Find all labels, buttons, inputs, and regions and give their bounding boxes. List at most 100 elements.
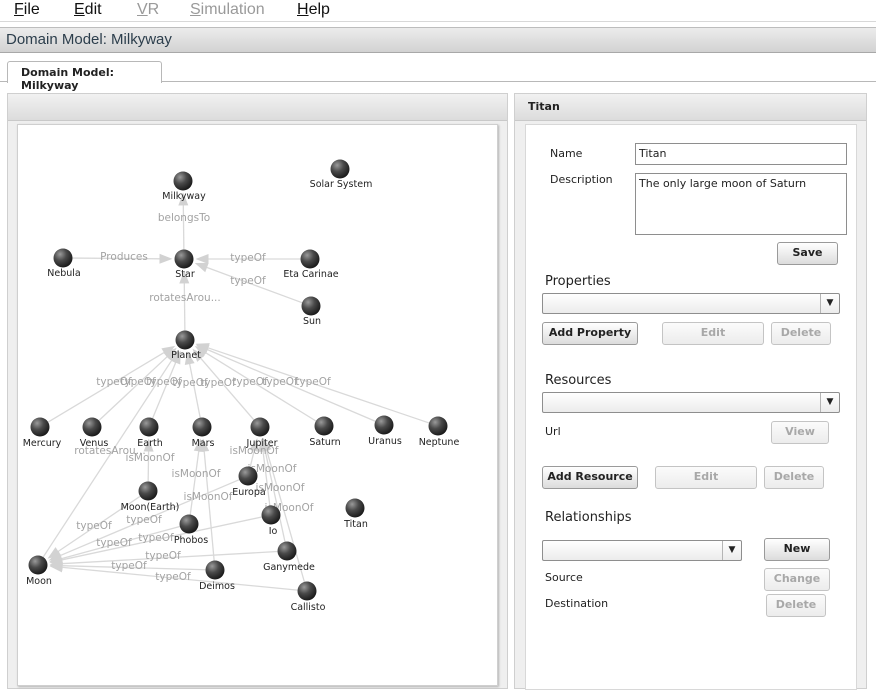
detail-title: Titan: [528, 100, 560, 113]
node-mercury[interactable]: Mercury: [23, 417, 62, 450]
node-label-eta_carinae: Eta Carinae: [283, 269, 338, 280]
edge-venus-planet[interactable]: [98, 355, 169, 421]
node-ball-ganymede[interactable]: [277, 541, 297, 561]
save-button[interactable]: Save: [777, 242, 838, 265]
delete-destination-button[interactable]: Delete: [766, 594, 826, 617]
node-ball-venus[interactable]: [82, 417, 102, 437]
node-ball-uranus[interactable]: [374, 415, 394, 435]
node-label-mercury: Mercury: [23, 438, 62, 449]
relationships-combo[interactable]: ▼: [542, 540, 742, 561]
description-field[interactable]: The only large moon of Saturn: [635, 173, 847, 235]
graph-panel: belongsTo Produces typeOf typeOf rotatesArou…: [7, 93, 508, 689]
node-label-mars: Mars: [192, 438, 215, 449]
node-label-moon_earth: Moon(Earth): [121, 502, 180, 513]
node-callisto[interactable]: Callisto: [291, 581, 326, 614]
resources-combo[interactable]: ▼: [542, 392, 840, 413]
graph-canvas[interactable]: belongsTo Produces typeOf typeOf rotatesArou…: [17, 124, 498, 686]
node-ball-eta_carinae[interactable]: [300, 249, 320, 269]
node-milkyway[interactable]: Milkyway: [162, 171, 206, 203]
resources-title: Resources: [545, 373, 612, 388]
node-deimos[interactable]: Deimos: [199, 560, 235, 593]
node-titan[interactable]: Titan: [343, 498, 368, 531]
node-label-milkyway: Milkyway: [162, 191, 206, 202]
node-moon_earth[interactable]: Moon(Earth): [121, 481, 180, 514]
node-ball-star[interactable]: [174, 249, 194, 269]
edge-label-sun-star: typeOf: [230, 275, 266, 287]
menu-simulation[interactable]: Simulation: [190, 0, 265, 19]
node-ball-mercury[interactable]: [30, 417, 50, 437]
name-field[interactable]: Titan: [635, 143, 847, 165]
new-relationship-button[interactable]: New: [764, 538, 830, 561]
menu-file[interactable]: File: [14, 0, 40, 19]
window-title-bar: Domain Model: Milkyway: [0, 27, 876, 53]
menu-help[interactable]: Help: [297, 0, 330, 19]
node-ball-jupiter[interactable]: [250, 417, 270, 437]
node-mars[interactable]: Mars: [192, 417, 215, 450]
node-phobos[interactable]: Phobos: [174, 514, 208, 547]
node-sun[interactable]: Sun: [301, 296, 322, 328]
detail-panel: Titan Name Titan Description The only la…: [514, 93, 867, 690]
node-ball-earth[interactable]: [139, 417, 159, 437]
node-ball-titan[interactable]: [345, 498, 365, 518]
node-nebula[interactable]: Nebula: [47, 248, 81, 280]
node-ball-callisto[interactable]: [297, 581, 317, 601]
edge-label-jupiter-planet: typeOf: [200, 377, 236, 389]
view-button[interactable]: View: [771, 421, 829, 444]
node-ball-moon_earth[interactable]: [138, 481, 158, 501]
edge-label-nebula-star: Produces: [100, 251, 148, 263]
edge-mars-planet[interactable]: [188, 362, 201, 418]
node-ball-mars[interactable]: [192, 417, 212, 437]
node-io[interactable]: Io: [261, 505, 281, 538]
node-planet[interactable]: Planet: [171, 330, 201, 362]
node-ball-deimos[interactable]: [205, 560, 225, 580]
node-ball-moon[interactable]: [28, 555, 48, 575]
menu-edit[interactable]: Edit: [74, 0, 102, 19]
node-ball-sun[interactable]: [301, 296, 321, 316]
node-ball-neptune[interactable]: [428, 416, 448, 436]
edge-label-deimos-moon: typeOf: [111, 560, 147, 572]
edge-earth-planet[interactable]: [152, 361, 177, 419]
edit-property-button[interactable]: Edit: [662, 322, 764, 345]
edit-resource-button[interactable]: Edit: [655, 466, 757, 489]
node-star[interactable]: Star: [174, 249, 195, 281]
node-ball-europa[interactable]: [238, 466, 258, 486]
edge-phobos-mars[interactable]: [189, 450, 200, 515]
delete-property-button[interactable]: Delete: [771, 322, 831, 345]
node-ball-planet[interactable]: [175, 330, 195, 350]
edge-label-planet-star: rotatesArou...: [149, 292, 220, 304]
node-eta_carinae[interactable]: Eta Carinae: [283, 249, 339, 281]
node-jupiter[interactable]: Jupiter: [246, 417, 278, 450]
edge-label-callisto-moon: typeOf: [155, 571, 191, 583]
node-earth[interactable]: Earth: [137, 417, 163, 450]
node-solar_system[interactable]: Solar System: [310, 159, 373, 191]
tab-domain-model[interactable]: Domain Model: Milkyway: [7, 61, 162, 92]
node-ball-milkyway[interactable]: [173, 171, 193, 191]
node-moon[interactable]: Moon: [26, 555, 52, 588]
node-label-moon: Moon: [26, 576, 52, 587]
node-saturn[interactable]: Saturn: [309, 416, 341, 449]
add-property-button[interactable]: Add Property: [542, 322, 638, 345]
graph-panel-header: [8, 94, 507, 121]
node-ball-saturn[interactable]: [314, 416, 334, 436]
edge-arrowhead-nebula-star: [159, 253, 173, 264]
change-source-button[interactable]: Change: [764, 568, 830, 591]
window-title: Domain Model: Milkyway: [6, 31, 172, 48]
chevron-down-icon: ▼: [722, 541, 741, 560]
node-ball-nebula[interactable]: [53, 248, 73, 268]
node-ball-solar_system[interactable]: [330, 159, 350, 179]
node-label-callisto: Callisto: [291, 602, 326, 613]
node-venus[interactable]: Venus: [80, 417, 109, 450]
edge-planet-star[interactable]: [183, 282, 186, 331]
node-ball-io[interactable]: [261, 505, 281, 525]
chevron-down-icon: ▼: [820, 294, 839, 313]
edge-label-deimos-mars: isMoonOf: [184, 491, 233, 503]
detail-form: Name Titan Description The only large mo…: [525, 124, 857, 690]
menu-vr[interactable]: VR: [137, 0, 159, 19]
delete-resource-button[interactable]: Delete: [764, 466, 824, 489]
node-ganymede[interactable]: Ganymede: [263, 541, 315, 574]
node-label-saturn: Saturn: [309, 437, 340, 448]
add-resource-button[interactable]: Add Resource: [542, 466, 638, 489]
node-ball-phobos[interactable]: [179, 514, 199, 534]
properties-combo[interactable]: ▼: [542, 293, 840, 314]
edge-label-neptune-planet: typeOf: [295, 376, 331, 388]
